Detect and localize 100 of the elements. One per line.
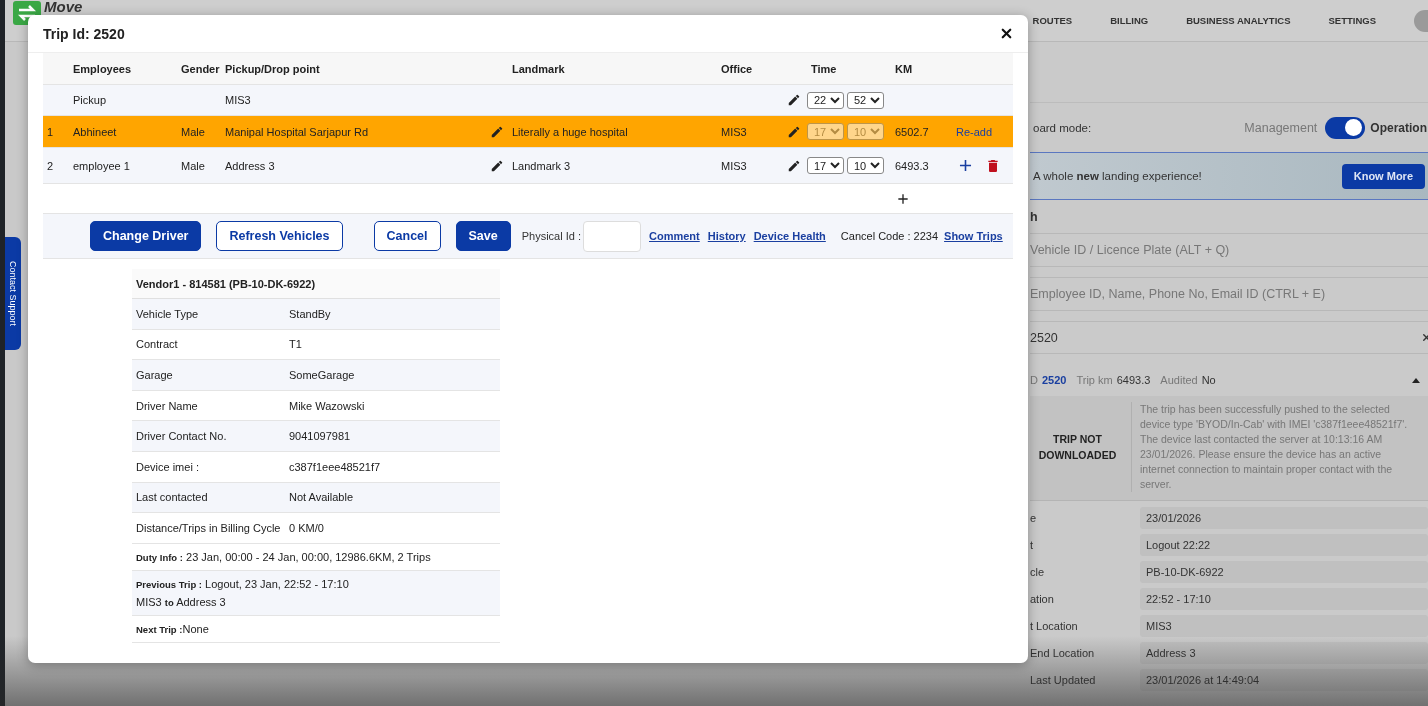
link[interactable]: Comment	[649, 230, 700, 242]
table-cell-text: Manipal Hospital Sarjapur Rd	[224, 125, 370, 138]
vendor-value: T1	[289, 338, 303, 351]
table-cell-text: 1	[46, 125, 55, 138]
banner-text: A whole new landing experience!	[1033, 170, 1202, 182]
close-button[interactable]	[999, 26, 1014, 41]
hour-select[interactable]: 17	[807, 157, 844, 174]
trip-info-text: Next Trip :None	[136, 622, 210, 635]
vendor-label: Vehicle Type	[136, 307, 200, 320]
column-header: Time	[810, 62, 838, 75]
table-cell-text: MIS3	[720, 125, 748, 138]
vendor-label: Driver Name	[136, 399, 199, 412]
vendor-value: 9041097981	[289, 430, 352, 443]
vendor-label: Garage	[136, 369, 174, 381]
trip-info-text: Duty Info : 23 Jan, 00:00 - 24 Jan, 00:00, 12986.6KM, 2 Trips	[136, 550, 432, 563]
nav-link[interactable]: BUSINESS ANALYTICS	[1186, 15, 1329, 26]
know-more-button[interactable]: Know More	[1341, 163, 1425, 189]
vendor-value: Mike Wazowski	[289, 399, 366, 412]
mode-option: Management	[1244, 120, 1318, 135]
status-title: TRIP NOT DOWNLOADED	[1037, 432, 1118, 463]
detail-value: 22:52 - 17:10	[1140, 588, 1428, 610]
hour-select[interactable]: 22	[807, 91, 844, 109]
link[interactable]: Device Health	[753, 230, 826, 242]
search-value: 2520	[1030, 330, 1058, 345]
search-field[interactable]: Vehicle ID / Licence Plate (ALT + Q)	[1030, 233, 1428, 267]
table-cell-text: Literally a huge hospital	[511, 125, 629, 138]
detail-value: Logout 22:22	[1140, 534, 1428, 556]
vendor-title: Vendor1 - 814581 (PB-10-DK-6922)	[132, 269, 500, 299]
table-cell-text: Male	[180, 159, 206, 172]
dialog-title: Trip Id: 2520	[43, 25, 125, 42]
column-header: Employees	[72, 62, 133, 75]
detail-label: ation	[1030, 593, 1055, 605]
detail-label: t Location	[1030, 620, 1079, 632]
column-header: Gender	[180, 62, 221, 75]
detail-value: 23/01/2026	[1140, 507, 1428, 529]
table-cell-text: Pickup	[72, 94, 108, 106]
table-cell-text: 6502.7	[894, 125, 930, 138]
detail-label: cle	[1030, 566, 1046, 578]
detail-value: PB-10-DK-6922	[1140, 561, 1428, 583]
audited-value: No	[1201, 374, 1216, 386]
link[interactable]: History	[707, 230, 746, 242]
action-button[interactable]: Cancel	[373, 221, 441, 251]
cancel-code: Cancel Code : 2234	[840, 230, 939, 242]
detail-label: t	[1030, 539, 1035, 551]
table-cell-text: MIS3	[720, 159, 748, 172]
vendor-value: 0 KM/0	[289, 521, 325, 534]
section-heading: h	[1030, 208, 1039, 226]
nav-link[interactable]: SETTINGS	[1328, 15, 1414, 26]
detail-label: Last Updated	[1030, 674, 1097, 686]
vendor-value: Not Available	[289, 491, 354, 504]
audited-label: Audited	[1160, 374, 1198, 386]
vendor-label: Device imei :	[136, 460, 200, 473]
contact-support-tab[interactable]: Contact Support	[5, 237, 21, 350]
delete-icon[interactable]	[985, 157, 1001, 174]
nav-link[interactable]: BILLING	[1110, 15, 1187, 26]
detail-value: MIS3	[1140, 615, 1428, 637]
mode-toggle[interactable]	[1325, 116, 1366, 139]
mode-option: Operation	[1370, 120, 1427, 135]
search-field[interactable]: Employee ID, Name, Phone No, Email ID (CTRL + E)	[1030, 277, 1428, 311]
trip-km: 6493.3	[1116, 374, 1151, 386]
table-row[interactable]: 2 employee 1 Male Address 3 Landmark 3 MIS3 17 10 6493.3	[43, 148, 1013, 184]
action-button[interactable]: Refresh Vehicles	[216, 221, 343, 251]
trip-id: 2520	[1041, 374, 1067, 386]
vendor-label: Last contacted	[136, 491, 209, 504]
action-button[interactable]: Change Driver	[90, 221, 202, 251]
caret-icon[interactable]	[1412, 377, 1420, 383]
table-cell-text: Landmark 3	[511, 159, 572, 172]
trip-info-text: Previous Trip : Logout, 23 Jan, 22:52 - 17:10	[136, 577, 350, 590]
table-cell-text: employee 1	[72, 159, 131, 172]
table-cell-text: Male	[180, 125, 206, 138]
detail-value: 23/01/2026 at 14:49:04	[1140, 669, 1428, 691]
table-cell-text: 2	[46, 159, 55, 172]
detail-label: e	[1030, 512, 1038, 524]
minute-select[interactable]: 10	[847, 157, 884, 174]
vendor-value: StandBy	[289, 307, 332, 320]
vendor-label: Contract	[136, 338, 179, 351]
action-button[interactable]: Save	[455, 221, 511, 251]
table-cell-text: Address 3	[224, 159, 276, 172]
table-cell-text: MIS3	[224, 94, 252, 106]
table-cell-text: 6493.3	[894, 159, 930, 172]
show-trips-link[interactable]: Show Trips	[944, 230, 1003, 242]
mode-label: oard mode:	[1033, 121, 1092, 134]
column-header: Pickup/Drop point	[224, 62, 321, 75]
physical-id-field[interactable]	[583, 220, 642, 252]
column-header: Landmark	[511, 62, 566, 75]
trip-km-label: Trip km	[1076, 374, 1113, 386]
column-header: Office	[720, 62, 754, 75]
nav-link[interactable]: ROUTES	[1032, 15, 1111, 26]
logo-text: Move	[44, 0, 83, 15]
trip-info-text: MIS3 to Address 3	[136, 595, 227, 608]
column-header: KM	[894, 62, 914, 75]
minute-select[interactable]: 52	[847, 91, 884, 109]
vendor-label: Distance/Trips in Billing Cycle	[136, 521, 282, 534]
trip-id-label: D	[1030, 374, 1038, 386]
field-label: Physical Id :	[521, 230, 582, 242]
vendor-value: c387f1eee48521f7	[289, 460, 382, 473]
status-message: The trip has been successfully pushed to the selected device type 'BYOD/In-Cab' with IMEI 'c387f1eee48521f7'. The device last contacted the server at 10:13:16 AM 23/01/2026. Please ensure the device has an active internet connection to maintain proper contact with the server.	[1131, 402, 1416, 492]
vendor-label: Driver Contact No.	[136, 430, 228, 443]
table-cell-text: Abhineet	[72, 125, 118, 138]
detail-value: Address 3	[1140, 642, 1428, 664]
